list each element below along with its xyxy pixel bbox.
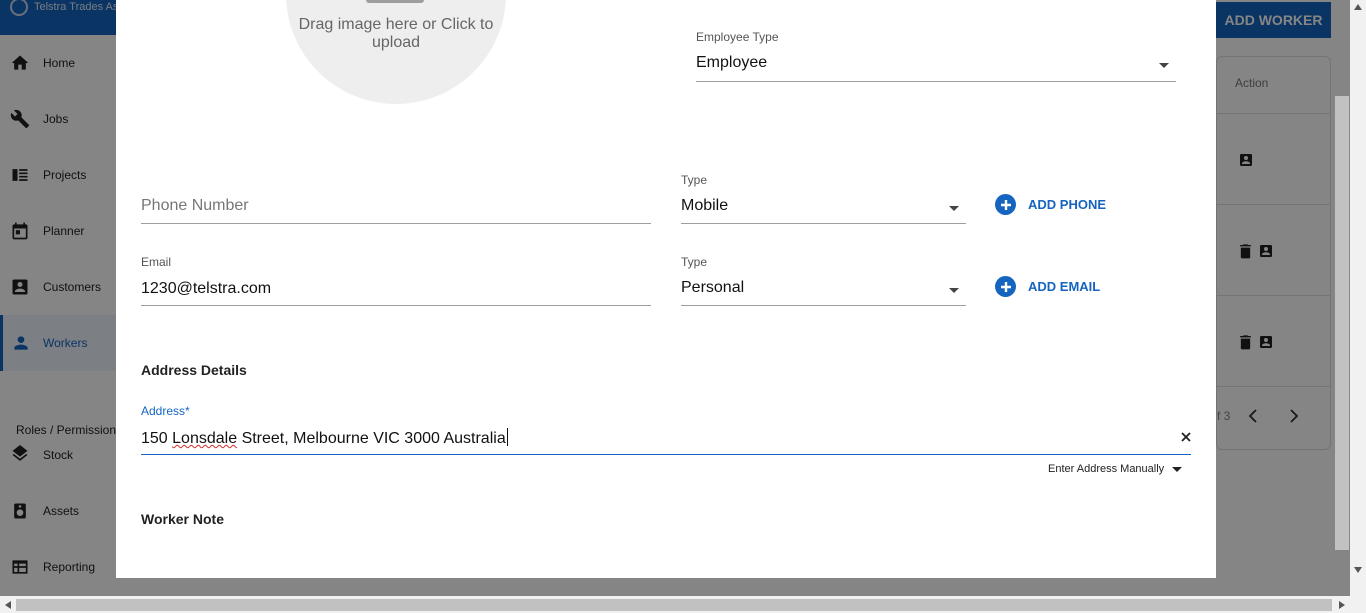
chevron-down-icon[interactable]	[1159, 63, 1169, 68]
add-circle-icon	[995, 276, 1016, 297]
email-label: Email	[141, 255, 172, 269]
employee-type-underline	[696, 81, 1176, 82]
email-type-select[interactable]: Personal	[681, 279, 744, 297]
phone-underline	[141, 223, 651, 224]
employee-type-label: Employee Type	[696, 30, 779, 44]
address-underline	[141, 454, 1191, 455]
address-street-misspelled: Lonsdale	[172, 430, 238, 447]
address-details-heading: Address Details	[141, 362, 247, 378]
chevron-down-icon	[1172, 466, 1183, 472]
email-type-underline	[681, 305, 966, 306]
scroll-left-icon[interactable]	[4, 600, 12, 610]
chevron-down-icon[interactable]	[949, 206, 959, 211]
add-phone-button[interactable]: ADD PHONE	[995, 194, 1106, 215]
upload-placeholder-icon	[366, 0, 424, 3]
add-phone-label: ADD PHONE	[1028, 197, 1107, 212]
email-type-label: Type	[681, 255, 708, 269]
employee-type-select[interactable]: Employee	[696, 54, 767, 72]
enter-address-manually-label: Enter Address Manually	[1048, 463, 1165, 475]
address-number: 150	[141, 430, 168, 447]
scroll-down-icon[interactable]	[1353, 566, 1363, 574]
scroll-right-icon[interactable]	[1338, 600, 1346, 610]
phone-type-select[interactable]: Mobile	[681, 197, 728, 215]
add-email-button[interactable]: ADD EMAIL	[995, 276, 1100, 297]
scroll-up-icon[interactable]	[1353, 3, 1363, 11]
text-cursor	[506, 428, 508, 446]
address-label: Address*	[141, 404, 190, 418]
enter-address-manually-toggle[interactable]: Enter Address Manually	[1048, 463, 1183, 475]
address-input[interactable]: 150 Lonsdale Street, Melbourne VIC 3000 …	[141, 428, 508, 448]
clear-icon[interactable]	[1181, 432, 1191, 442]
vertical-scrollbar-track[interactable]	[1350, 0, 1366, 596]
add-worker-dialog: Drag image here or Click to upload Emplo…	[116, 0, 1216, 578]
email-input[interactable]: 1230@telstra.com	[141, 280, 271, 298]
add-circle-icon	[995, 194, 1016, 215]
add-email-label: ADD EMAIL	[1028, 279, 1101, 294]
worker-note-heading: Worker Note	[141, 511, 224, 527]
chevron-down-icon[interactable]	[949, 288, 959, 293]
vertical-scrollbar-thumb[interactable]	[1335, 96, 1349, 550]
phone-type-underline	[681, 223, 966, 224]
horizontal-scrollbar-thumb[interactable]	[16, 599, 1332, 611]
email-underline	[141, 305, 651, 306]
address-rest: Street, Melbourne VIC 3000 Australia	[241, 430, 506, 447]
phone-number-input[interactable]: Phone Number	[141, 197, 249, 215]
phone-type-label: Type	[681, 173, 708, 187]
upload-instructions: Drag image here or Click to upload	[298, 16, 494, 51]
